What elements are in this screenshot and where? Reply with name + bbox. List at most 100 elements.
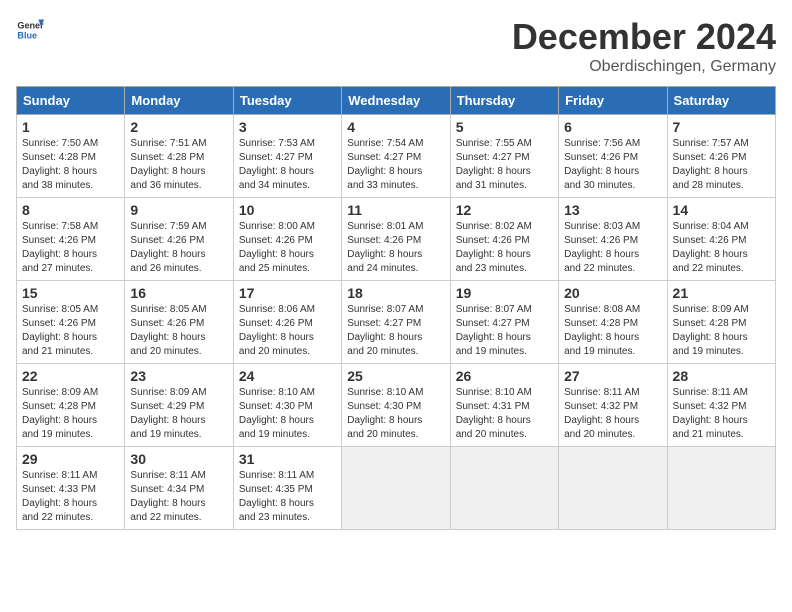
week-row-2: 8 Sunrise: 7:58 AMSunset: 4:26 PMDaylight… [17,198,776,281]
day-number: 3 [239,119,336,135]
col-header-saturday: Saturday [667,87,775,115]
calendar-cell: 13 Sunrise: 8:03 AMSunset: 4:26 PMDayligh… [559,198,667,281]
cell-info: Sunrise: 8:10 AMSunset: 4:30 PMDaylight:… [347,386,444,442]
cell-info: Sunrise: 8:08 AMSunset: 4:28 PMDaylight:… [564,303,661,359]
cell-info: Sunrise: 8:09 AMSunset: 4:29 PMDaylight:… [130,386,227,442]
calendar-cell: 2Sunrise: 7:51 AMSunset: 4:28 PMDaylight… [125,115,233,198]
calendar-cell: 21 Sunrise: 8:09 AMSunset: 4:28 PMDayligh… [667,281,775,364]
day-number: 10 [239,202,336,218]
day-number: 30 [130,451,227,467]
cell-info: Sunrise: 8:09 AMSunset: 4:28 PMDaylight:… [673,303,770,359]
calendar-cell: 20 Sunrise: 8:08 AMSunset: 4:28 PMDayligh… [559,281,667,364]
svg-text:Blue: Blue [17,30,37,40]
day-number: 13 [564,202,661,218]
col-header-thursday: Thursday [450,87,558,115]
day-number: 4 [347,119,444,135]
calendar-cell [450,447,558,530]
day-number: 8 [22,202,119,218]
cell-info: Sunrise: 7:54 AMSunset: 4:27 PMDaylight:… [347,137,444,193]
cell-info: Sunrise: 8:06 AMSunset: 4:26 PMDaylight:… [239,303,336,359]
header: General Blue December 2024 Oberdischinge… [16,16,776,76]
cell-info: Sunrise: 8:11 AMSunset: 4:32 PMDaylight:… [564,386,661,442]
day-number: 24 [239,368,336,384]
day-number: 19 [456,285,553,301]
calendar-cell: 17 Sunrise: 8:06 AMSunset: 4:26 PMDayligh… [233,281,341,364]
calendar-cell: 15Sunrise: 8:05 AMSunset: 4:26 PMDayligh… [17,281,125,364]
calendar-cell: 14 Sunrise: 8:04 AMSunset: 4:26 PMDayligh… [667,198,775,281]
cell-info: Sunrise: 8:11 AMSunset: 4:35 PMDaylight:… [239,469,336,525]
calendar-cell: 12 Sunrise: 8:02 AMSunset: 4:26 PMDayligh… [450,198,558,281]
cell-info: Sunrise: 7:50 AMSunset: 4:28 PMDaylight:… [22,137,119,193]
calendar-cell: 4 Sunrise: 7:54 AMSunset: 4:27 PMDaylight… [342,115,450,198]
cell-info: Sunrise: 7:55 AMSunset: 4:27 PMDaylight:… [456,137,553,193]
week-row-5: 29Sunrise: 8:11 AMSunset: 4:33 PMDayligh… [17,447,776,530]
cell-info: Sunrise: 8:11 AMSunset: 4:33 PMDaylight:… [22,469,119,525]
cell-info: Sunrise: 8:10 AMSunset: 4:30 PMDaylight:… [239,386,336,442]
day-number: 25 [347,368,444,384]
day-number: 5 [456,119,553,135]
cell-info: Sunrise: 8:01 AMSunset: 4:26 PMDaylight:… [347,220,444,276]
title-area: December 2024 Oberdischingen, Germany [512,16,776,76]
col-header-wednesday: Wednesday [342,87,450,115]
cell-info: Sunrise: 8:05 AMSunset: 4:26 PMDaylight:… [130,303,227,359]
day-number: 17 [239,285,336,301]
cell-info: Sunrise: 8:07 AMSunset: 4:27 PMDaylight:… [456,303,553,359]
calendar-cell: 25 Sunrise: 8:10 AMSunset: 4:30 PMDayligh… [342,364,450,447]
calendar-cell: 7Sunrise: 7:57 AMSunset: 4:26 PMDaylight… [667,115,775,198]
day-number: 27 [564,368,661,384]
cell-info: Sunrise: 8:07 AMSunset: 4:27 PMDaylight:… [347,303,444,359]
calendar-cell: 1 Sunrise: 7:50 AMSunset: 4:28 PMDaylight… [17,115,125,198]
day-number: 31 [239,451,336,467]
day-number: 14 [673,202,770,218]
calendar-cell [342,447,450,530]
calendar-cell: 3 Sunrise: 7:53 AMSunset: 4:27 PMDaylight… [233,115,341,198]
calendar-cell: 18Sunrise: 8:07 AMSunset: 4:27 PMDayligh… [342,281,450,364]
calendar-cell: 11 Sunrise: 8:01 AMSunset: 4:26 PMDayligh… [342,198,450,281]
day-number: 11 [347,202,444,218]
day-number: 16 [130,285,227,301]
cell-info: Sunrise: 8:11 AMSunset: 4:34 PMDaylight:… [130,469,227,525]
calendar-cell [559,447,667,530]
cell-info: Sunrise: 8:11 AMSunset: 4:32 PMDaylight:… [673,386,770,442]
cell-info: Sunrise: 7:59 AMSunset: 4:26 PMDaylight:… [130,220,227,276]
cell-info: Sunrise: 8:04 AMSunset: 4:26 PMDaylight:… [673,220,770,276]
cell-info: Sunrise: 8:10 AMSunset: 4:31 PMDaylight:… [456,386,553,442]
col-header-tuesday: Tuesday [233,87,341,115]
cell-info: Sunrise: 7:53 AMSunset: 4:27 PMDaylight:… [239,137,336,193]
day-number: 1 [22,119,119,135]
cell-info: Sunrise: 7:58 AMSunset: 4:26 PMDaylight:… [22,220,119,276]
day-number: 22 [22,368,119,384]
calendar-cell: 24 Sunrise: 8:10 AMSunset: 4:30 PMDayligh… [233,364,341,447]
calendar-cell: 19 Sunrise: 8:07 AMSunset: 4:27 PMDayligh… [450,281,558,364]
cell-info: Sunrise: 7:51 AMSunset: 4:28 PMDaylight:… [130,137,227,193]
month-title: December 2024 [512,16,776,58]
calendar-cell: 30 Sunrise: 8:11 AMSunset: 4:34 PMDayligh… [125,447,233,530]
calendar-cell: 16 Sunrise: 8:05 AMSunset: 4:26 PMDayligh… [125,281,233,364]
day-number: 9 [130,202,227,218]
calendar: SundayMondayTuesdayWednesdayThursdayFrid… [16,86,776,530]
cell-info: Sunrise: 8:00 AMSunset: 4:26 PMDaylight:… [239,220,336,276]
calendar-cell: 23 Sunrise: 8:09 AMSunset: 4:29 PMDayligh… [125,364,233,447]
calendar-cell: 9 Sunrise: 7:59 AMSunset: 4:26 PMDaylight… [125,198,233,281]
calendar-cell: 31 Sunrise: 8:11 AMSunset: 4:35 PMDayligh… [233,447,341,530]
day-number: 20 [564,285,661,301]
day-number: 12 [456,202,553,218]
cell-info: Sunrise: 8:02 AMSunset: 4:26 PMDaylight:… [456,220,553,276]
day-number: 23 [130,368,227,384]
week-row-1: 1 Sunrise: 7:50 AMSunset: 4:28 PMDaylight… [17,115,776,198]
cell-info: Sunrise: 8:05 AMSunset: 4:26 PMDaylight:… [22,303,119,359]
day-number: 28 [673,368,770,384]
day-number: 7 [673,119,770,135]
logo-icon: General Blue [16,16,44,44]
calendar-cell: 22 Sunrise: 8:09 AMSunset: 4:28 PMDayligh… [17,364,125,447]
calendar-cell: 5 Sunrise: 7:55 AMSunset: 4:27 PMDaylight… [450,115,558,198]
calendar-cell: 29Sunrise: 8:11 AMSunset: 4:33 PMDayligh… [17,447,125,530]
calendar-cell: 26Sunrise: 8:10 AMSunset: 4:31 PMDayligh… [450,364,558,447]
day-number: 21 [673,285,770,301]
day-number: 6 [564,119,661,135]
cell-info: Sunrise: 8:03 AMSunset: 4:26 PMDaylight:… [564,220,661,276]
week-row-3: 15Sunrise: 8:05 AMSunset: 4:26 PMDayligh… [17,281,776,364]
week-row-4: 22 Sunrise: 8:09 AMSunset: 4:28 PMDayligh… [17,364,776,447]
calendar-cell: 8 Sunrise: 7:58 AMSunset: 4:26 PMDaylight… [17,198,125,281]
cell-info: Sunrise: 8:09 AMSunset: 4:28 PMDaylight:… [22,386,119,442]
